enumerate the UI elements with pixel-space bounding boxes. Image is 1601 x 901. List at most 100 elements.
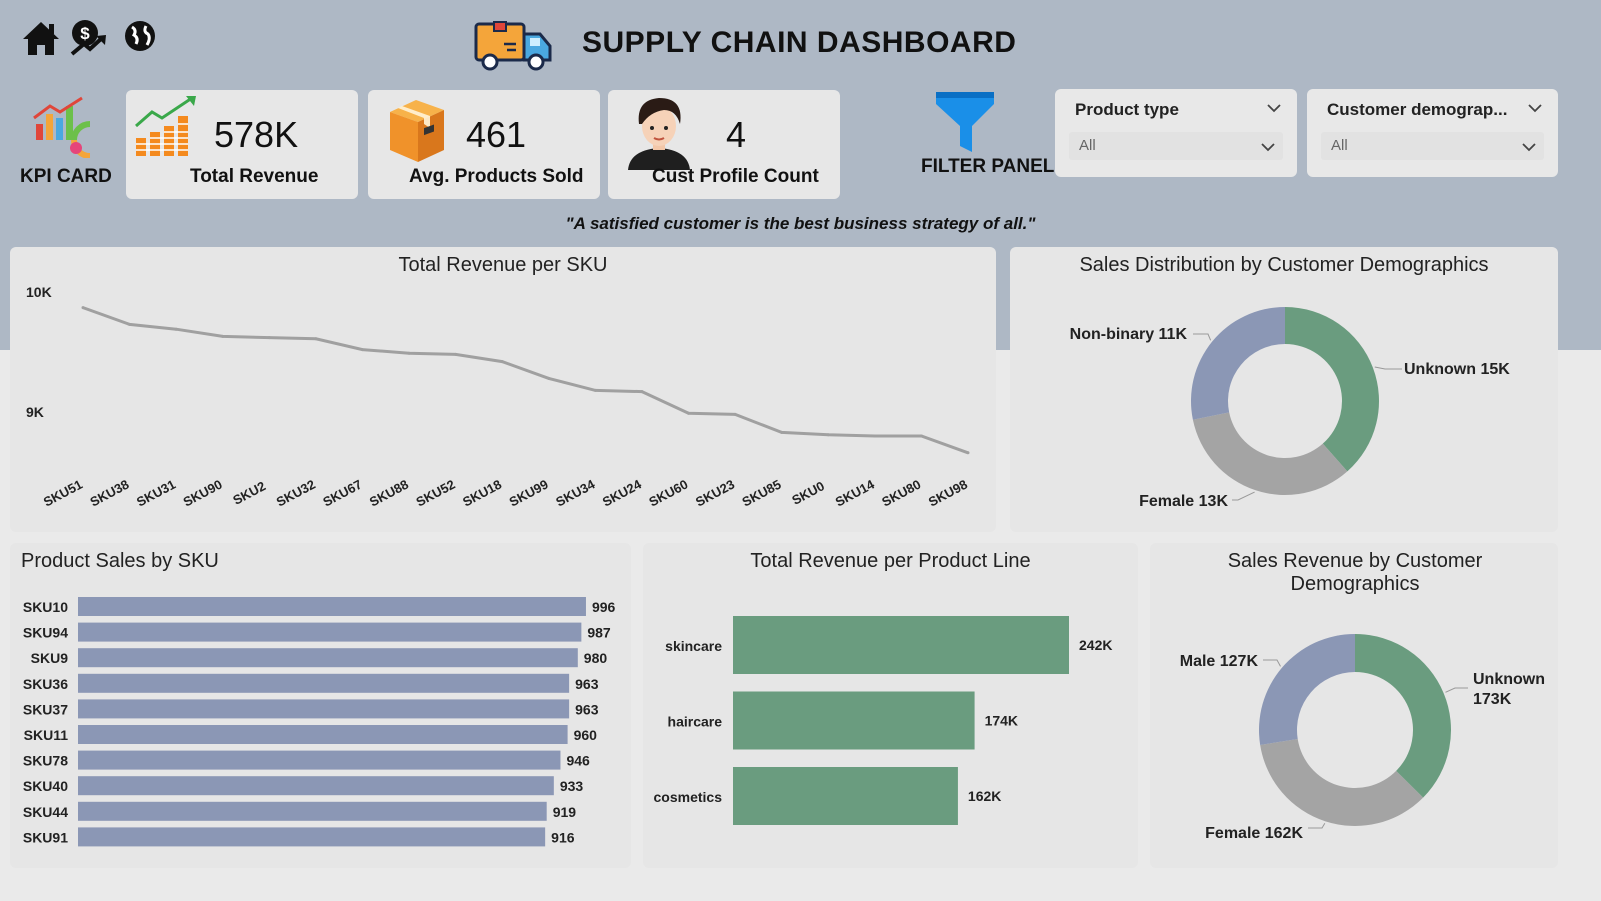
category-label: SKU37 (23, 701, 68, 717)
slice-label: Female 13K (1139, 493, 1228, 510)
bar (78, 801, 547, 821)
y-tick-label: 9K (26, 404, 44, 420)
kpi-label: Cust Profile Count (652, 166, 819, 187)
customer-demographics-select[interactable]: All (1321, 132, 1544, 160)
data-point (687, 411, 691, 415)
select-value: All (1079, 137, 1096, 154)
chevron-down-icon[interactable] (1265, 99, 1283, 117)
data-point (593, 388, 597, 392)
x-tick-label: SKU24 (600, 476, 645, 509)
category-label: SKU36 (23, 676, 68, 692)
x-tick-label: SKU31 (134, 477, 178, 510)
page-title: SUPPLY CHAIN DASHBOARD (582, 26, 1017, 59)
filter-label: Customer demograp... (1327, 100, 1508, 119)
bar (78, 597, 586, 616)
data-point (547, 376, 551, 380)
x-tick-label: SKU2 (230, 478, 268, 508)
person-icon (628, 98, 690, 170)
kpi-label: Avg. Products Sold (409, 166, 584, 187)
revenue-per-product-line-chart: skincare 242K haircare 174K cosmetics 162K (654, 616, 1112, 825)
x-tick-label: SKU99 (507, 477, 551, 510)
x-tick-label: SKU32 (274, 477, 318, 510)
category-label: SKU10 (23, 599, 68, 615)
product-type-select[interactable]: All (1069, 132, 1283, 160)
slice-label: 173K (1473, 691, 1512, 708)
category-label: skincare (665, 638, 722, 654)
x-tick-label: SKU34 (553, 476, 598, 509)
donut-slice (1355, 634, 1451, 798)
revenue-line (82, 306, 969, 455)
filter-product-type: Product type All (1055, 89, 1297, 177)
globe-icon[interactable] (120, 18, 162, 60)
donut-slice (1191, 307, 1285, 420)
bar (78, 827, 546, 847)
data-label: 963 (575, 676, 599, 692)
x-tick-label: SKU90 (181, 477, 225, 510)
x-tick-label: SKU60 (646, 477, 690, 510)
bar (78, 776, 554, 796)
filter-panel-label: FILTER PANEL (921, 156, 1055, 177)
sales-icon[interactable]: $ (68, 18, 110, 60)
revenue-chart-icon (135, 96, 196, 156)
data-label: 946 (566, 753, 590, 769)
leader-line (1445, 687, 1468, 693)
data-label: 919 (553, 804, 577, 820)
data-point (407, 351, 411, 355)
x-tick-label: SKU52 (413, 477, 457, 510)
kpi-chart-icon (33, 96, 91, 158)
select-value: All (1331, 137, 1348, 154)
leader-line (1374, 366, 1402, 370)
donut-slice (1285, 307, 1379, 472)
sales-distribution-donut: Unknown 15K Female 13K Non-binary 11K (1070, 307, 1510, 510)
x-tick-label: SKU85 (740, 477, 784, 510)
data-point (919, 434, 923, 438)
data-label: 987 (587, 625, 611, 641)
x-tick-label: SKU23 (693, 477, 737, 510)
data-point (81, 306, 85, 310)
category-label: SKU9 (31, 650, 69, 666)
slice-label: Unknown (1473, 671, 1545, 688)
data-point (826, 433, 830, 437)
bar (733, 767, 958, 825)
x-tick-label: SKU80 (879, 477, 923, 510)
category-label: SKU91 (23, 829, 68, 845)
data-label: 960 (574, 727, 598, 743)
x-tick-label: SKU0 (789, 478, 827, 508)
bar (78, 622, 582, 642)
data-point (221, 334, 225, 338)
x-tick-label: SKU88 (367, 477, 411, 510)
chevron-down-icon[interactable] (1259, 138, 1277, 156)
filter-customer-demographics: Customer demograp... All (1307, 89, 1558, 177)
kpi-section-label: KPI CARD (20, 166, 112, 187)
chevron-down-icon[interactable] (1526, 99, 1544, 117)
data-label: 174K (985, 713, 1018, 729)
data-label: 996 (592, 599, 616, 615)
data-label: 980 (584, 650, 608, 666)
home-icon[interactable] (20, 18, 62, 60)
data-label: 916 (551, 829, 575, 845)
leader-line (1263, 659, 1281, 667)
x-tick-label: SKU98 (926, 477, 970, 510)
revenue-per-sku-chart: 10K9KSKU51 SKU38 SKU31 SKU90 SKU2 SKU32 SKU67 S… (26, 284, 970, 510)
y-tick-label: 10K (26, 284, 52, 300)
category-label: haircare (668, 714, 723, 730)
x-tick-label: SKU67 (320, 477, 364, 510)
data-point (267, 336, 271, 340)
x-tick-label: SKU18 (460, 477, 504, 510)
category-label: cosmetics (654, 789, 723, 805)
bar (78, 648, 578, 668)
data-point (500, 360, 504, 364)
x-tick-label: SKU14 (833, 476, 878, 509)
data-point (314, 337, 318, 341)
data-label: 242K (1079, 637, 1112, 653)
data-label: 963 (575, 701, 599, 717)
data-point (780, 430, 784, 434)
product-sales-chart: SKU10 996 SKU94 987 SKU9 980 SKU36 963 SKU37 963 S… (23, 597, 616, 847)
bar (78, 673, 570, 693)
kpi-value: 4 (726, 114, 747, 155)
data-point (454, 352, 458, 356)
bar (78, 699, 570, 719)
slice-label: Female 162K (1205, 825, 1303, 842)
donut-slice (1259, 634, 1355, 745)
chevron-down-icon[interactable] (1520, 138, 1538, 156)
